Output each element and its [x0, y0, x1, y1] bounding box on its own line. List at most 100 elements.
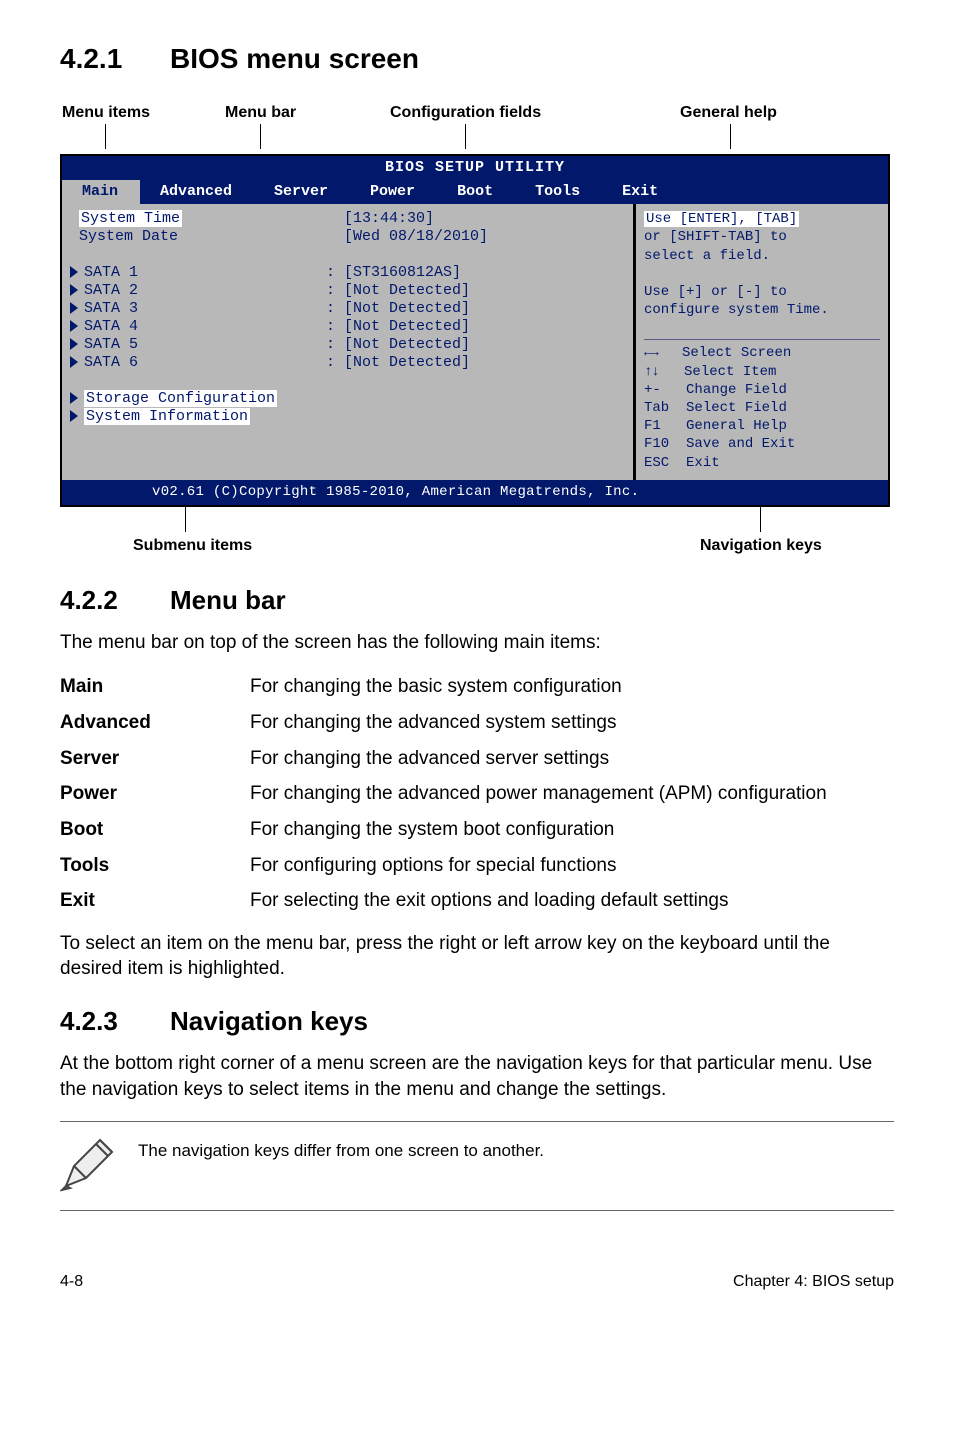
anno-tick	[105, 124, 106, 149]
anno-tick	[465, 124, 466, 149]
bottom-annotations: Submenu items Navigation keys	[60, 507, 890, 561]
heading-num: 4.2.3	[60, 1004, 170, 1039]
heading-4-2-1: 4.2.1BIOS menu screen	[60, 40, 894, 78]
bios-val-sata3: [Not Detected]	[344, 300, 470, 317]
bios-val-sata5: [Not Detected]	[344, 336, 470, 353]
triangle-icon	[70, 392, 78, 404]
bios-footer: v02.61 (C)Copyright 1985-2010, American …	[62, 480, 888, 505]
pencil-icon	[60, 1136, 116, 1192]
def-desc: For changing the advanced power manageme…	[250, 776, 894, 812]
heading-4-2-3: 4.2.3Navigation keys	[60, 1004, 894, 1039]
bios-menu-power: Power	[350, 180, 437, 204]
def-desc: For configuring options for special func…	[250, 848, 894, 884]
page-footer: 4-8 Chapter 4: BIOS setup	[60, 1271, 894, 1293]
bios-item-system-date: System Date	[79, 228, 178, 245]
table-row: MainFor changing the basic system config…	[60, 669, 894, 705]
page-number: 4-8	[60, 1271, 83, 1293]
triangle-icon	[70, 320, 78, 332]
key-pm: +-	[644, 382, 661, 398]
table-row: ServerFor changing the advanced server s…	[60, 741, 894, 777]
help-line: or [SHIFT-TAB] to	[644, 228, 880, 246]
bios-item-sata3: SATA 3	[84, 300, 138, 317]
bios-item-sata5: SATA 5	[84, 336, 138, 353]
bios-val-sata2: [Not Detected]	[344, 282, 470, 299]
anno-config-fields: Configuration fields	[390, 102, 541, 124]
nav-exit: Exit	[686, 455, 720, 471]
bios-right-pane: Use [ENTER], [TAB] or [SHIFT-TAB] to sel…	[633, 204, 888, 479]
bios-item-sata6: SATA 6	[84, 354, 138, 371]
nav-select-field: Select Field	[686, 400, 787, 416]
anno-submenu-items: Submenu items	[133, 535, 252, 557]
bios-val-date: [Wed 08/18/2010]	[344, 228, 488, 245]
chapter-label: Chapter 4: BIOS setup	[733, 1271, 894, 1293]
help-line: select a field.	[644, 247, 880, 265]
help-line: Use [ENTER], [TAB]	[644, 211, 799, 227]
triangle-icon	[70, 338, 78, 350]
def-desc: For changing the system boot configurati…	[250, 812, 894, 848]
bios-menubar: Main Advanced Server Power Boot Tools Ex…	[62, 180, 888, 204]
table-row: BootFor changing the system boot configu…	[60, 812, 894, 848]
key-f1: F1	[644, 418, 661, 434]
table-row: PowerFor changing the advanced power man…	[60, 776, 894, 812]
heading-num: 4.2.2	[60, 583, 170, 618]
triangle-icon	[70, 302, 78, 314]
bios-screenshot: BIOS SETUP UTILITY Main Advanced Server …	[60, 154, 890, 507]
heading-num: 4.2.1	[60, 40, 170, 78]
help-line: configure system Time.	[644, 301, 880, 319]
key-f10: F10	[644, 436, 669, 452]
arrow-lr-icon	[644, 345, 657, 361]
note-text: The navigation keys differ from one scre…	[138, 1136, 544, 1163]
def-term: Boot	[60, 812, 250, 848]
menubar-outro: To select an item on the menu bar, press…	[60, 931, 894, 982]
nav-save-exit: Save and Exit	[686, 436, 795, 452]
def-term: Power	[60, 776, 250, 812]
def-term: Main	[60, 669, 250, 705]
anno-tick	[730, 124, 731, 149]
triangle-icon	[70, 266, 78, 278]
def-desc: For selecting the exit options and loadi…	[250, 883, 894, 919]
bios-item-sys-info: System Information	[84, 408, 250, 425]
def-term: Advanced	[60, 705, 250, 741]
menu-definitions: MainFor changing the basic system config…	[60, 669, 894, 918]
menubar-intro: The menu bar on top of the screen has th…	[60, 630, 894, 656]
triangle-icon	[70, 410, 78, 422]
heading-4-2-2: 4.2.2Menu bar	[60, 583, 894, 618]
nav-paragraph: At the bottom right corner of a menu scr…	[60, 1051, 894, 1102]
bios-menu-advanced: Advanced	[140, 180, 254, 204]
table-row: AdvancedFor changing the advanced system…	[60, 705, 894, 741]
heading-title: Navigation keys	[170, 1006, 368, 1036]
bios-menu-exit: Exit	[602, 180, 680, 204]
bios-item-sata1: SATA 1	[84, 264, 138, 281]
bios-left-pane: System Time System Date SATA 1 SATA 2 SA…	[62, 204, 633, 479]
nav-select-screen: Select Screen	[682, 345, 791, 361]
table-row: ExitFor selecting the exit options and l…	[60, 883, 894, 919]
nav-change-field: Change Field	[686, 382, 787, 398]
bios-menu-tools: Tools	[515, 180, 602, 204]
def-term: Tools	[60, 848, 250, 884]
bios-menu-boot: Boot	[437, 180, 515, 204]
bios-item-sata2: SATA 2	[84, 282, 138, 299]
anno-menu-bar: Menu bar	[225, 102, 296, 124]
anno-menu-items: Menu items	[62, 102, 150, 124]
key-tab: Tab	[644, 400, 669, 416]
help-line: Use [+] or [-] to	[644, 283, 880, 301]
heading-title: Menu bar	[170, 585, 286, 615]
bios-val-sata6: [Not Detected]	[344, 354, 470, 371]
anno-general-help: General help	[680, 102, 777, 124]
note-box: The navigation keys differ from one scre…	[60, 1121, 894, 1211]
arrow-ud-icon	[644, 364, 659, 380]
bios-item-storage-cfg: Storage Configuration	[84, 390, 277, 407]
bios-titlebar: BIOS SETUP UTILITY	[62, 156, 888, 180]
triangle-icon	[70, 284, 78, 296]
def-desc: For changing the advanced server setting…	[250, 741, 894, 777]
top-annotations: Menu items Menu bar Configuration fields…	[60, 102, 890, 154]
nav-general-help: General Help	[686, 418, 787, 434]
def-term: Server	[60, 741, 250, 777]
bios-val-sata4: [Not Detected]	[344, 318, 470, 335]
anno-nav-keys: Navigation keys	[700, 535, 822, 557]
bios-val-time: [13:44:30]	[344, 210, 434, 227]
anno-tick	[260, 124, 261, 149]
bios-menu-server: Server	[254, 180, 350, 204]
bios-nav-keys: Select Screen Select Item +- Change Fiel…	[644, 339, 880, 471]
bios-val-sata1: [ST3160812AS]	[344, 264, 461, 281]
